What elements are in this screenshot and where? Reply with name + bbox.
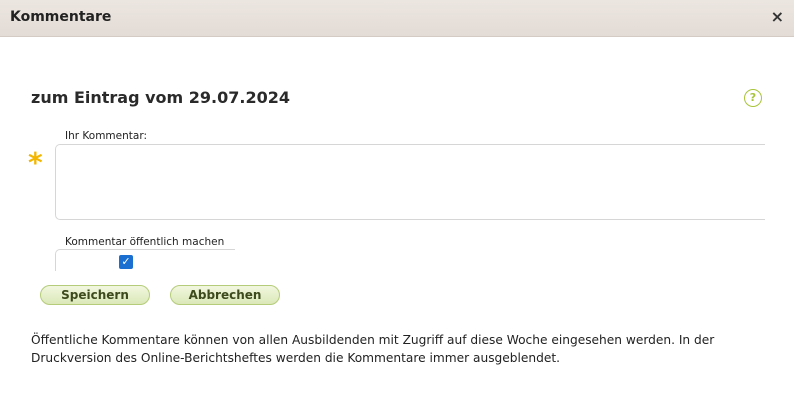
public-comment-label: Kommentar öffentlich machen (65, 236, 225, 248)
save-button[interactable]: Speichern (40, 285, 150, 305)
comment-label: Ihr Kommentar: (65, 130, 147, 142)
comment-textarea[interactable] (55, 144, 765, 220)
dialog-titlebar: Kommentare × (0, 0, 794, 37)
close-icon[interactable]: × (771, 7, 784, 26)
info-text: Öffentliche Kommentare können von allen … (31, 333, 715, 365)
entry-heading: zum Eintrag vom 29.07.2024 (31, 88, 290, 107)
dialog-title: Kommentare (10, 9, 112, 25)
required-asterisk-icon: * (28, 146, 43, 179)
public-comment-checkbox[interactable]: ✓ (119, 255, 133, 269)
cancel-button[interactable]: Abbrechen (170, 285, 280, 305)
help-icon[interactable]: ? (744, 89, 762, 107)
public-checkbox-frame (55, 249, 235, 271)
